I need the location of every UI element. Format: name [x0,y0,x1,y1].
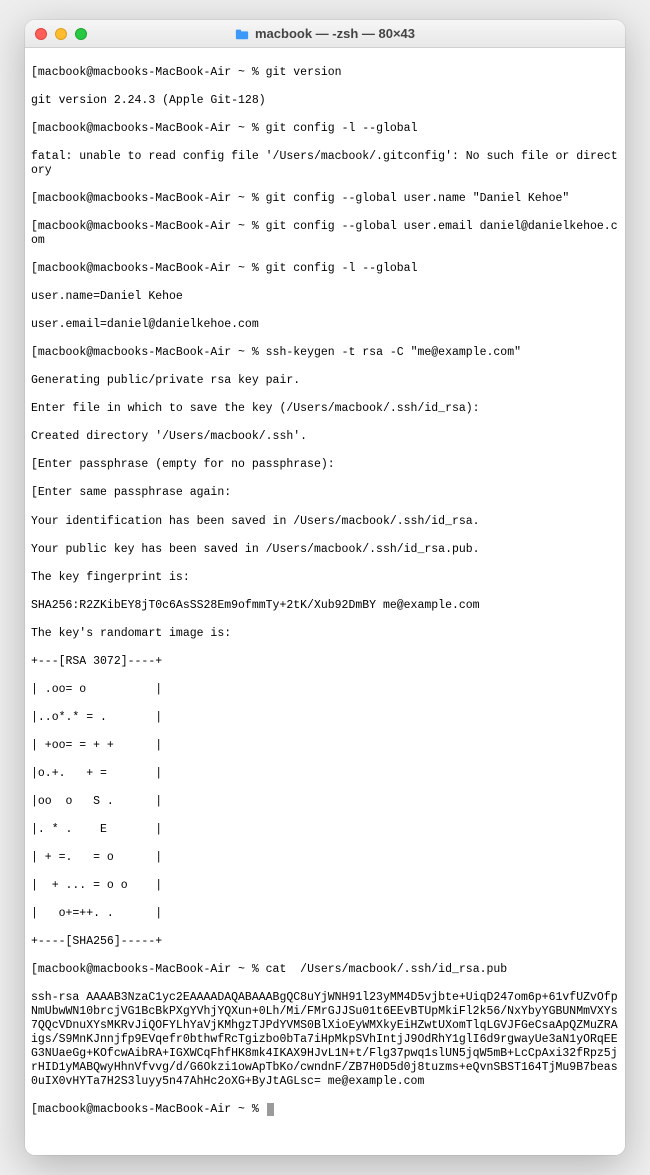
randomart-line: |o.+. + = | [31,767,619,781]
randomart-line: | + =. = o | [31,851,619,865]
home-folder-icon [235,27,249,41]
terminal-line: Generating public/private rsa key pair. [31,374,619,388]
terminal-line: Created directory '/Users/macbook/.ssh'. [31,430,619,444]
terminal-line: [macbook@macbooks-MacBook-Air ~ % git co… [31,192,619,206]
terminal-window: macbook — -zsh — 80×43 [macbook@macbooks… [25,20,625,1155]
close-icon[interactable] [35,28,47,40]
cursor [267,1103,274,1116]
randomart-line: | +oo= = + + | [31,739,619,753]
randomart-line: |oo o S . | [31,795,619,809]
traffic-lights [35,28,87,40]
titlebar[interactable]: macbook — -zsh — 80×43 [25,20,625,48]
randomart-line: |. * . E | [31,823,619,837]
terminal-line: Your public key has been saved in /Users… [31,543,619,557]
maximize-icon[interactable] [75,28,87,40]
terminal-line: [macbook@macbooks-MacBook-Air ~ % ssh-ke… [31,346,619,360]
window-title: macbook — -zsh — 80×43 [255,26,415,41]
terminal-line: The key's randomart image is: [31,627,619,641]
minimize-icon[interactable] [55,28,67,40]
terminal-line: SHA256:R2ZKibEY8jT0c6AsSS28Em9ofmmTy+2tK… [31,599,619,613]
terminal-line: [macbook@macbooks-MacBook-Air ~ % git co… [31,262,619,276]
terminal-line: ssh-rsa AAAAB3NzaC1yc2EAAAADAQABAAABgQC8… [31,991,619,1089]
randomart-line: | .oo= o | [31,683,619,697]
randomart-line: |..o*.* = . | [31,711,619,725]
terminal-line: Enter file in which to save the key (/Us… [31,402,619,416]
terminal-line: user.name=Daniel Kehoe [31,290,619,304]
terminal-line: The key fingerprint is: [31,571,619,585]
randomart-line: | + ... = o o | [31,879,619,893]
terminal-line: [Enter passphrase (empty for no passphra… [31,458,619,472]
terminal-line: [macbook@macbooks-MacBook-Air ~ % git ve… [31,66,619,80]
terminal-line: git version 2.24.3 (Apple Git-128) [31,94,619,108]
terminal-line: [macbook@macbooks-MacBook-Air ~ % git co… [31,122,619,136]
prompt-line: [macbook@macbooks-MacBook-Air ~ % [31,1103,619,1117]
terminal-line: [macbook@macbooks-MacBook-Air ~ % git co… [31,220,619,248]
terminal-line: Your identification has been saved in /U… [31,515,619,529]
terminal-line: [Enter same passphrase again: [31,486,619,500]
randomart-line: +---[RSA 3072]----+ [31,655,619,669]
terminal-line: fatal: unable to read config file '/User… [31,150,619,178]
terminal-line: user.email=daniel@danielkehoe.com [31,318,619,332]
terminal-body[interactable]: [macbook@macbooks-MacBook-Air ~ % git ve… [25,48,625,1155]
terminal-line: [macbook@macbooks-MacBook-Air ~ % cat /U… [31,963,619,977]
randomart-line: +----[SHA256]-----+ [31,935,619,949]
randomart-line: | o+=++. . | [31,907,619,921]
